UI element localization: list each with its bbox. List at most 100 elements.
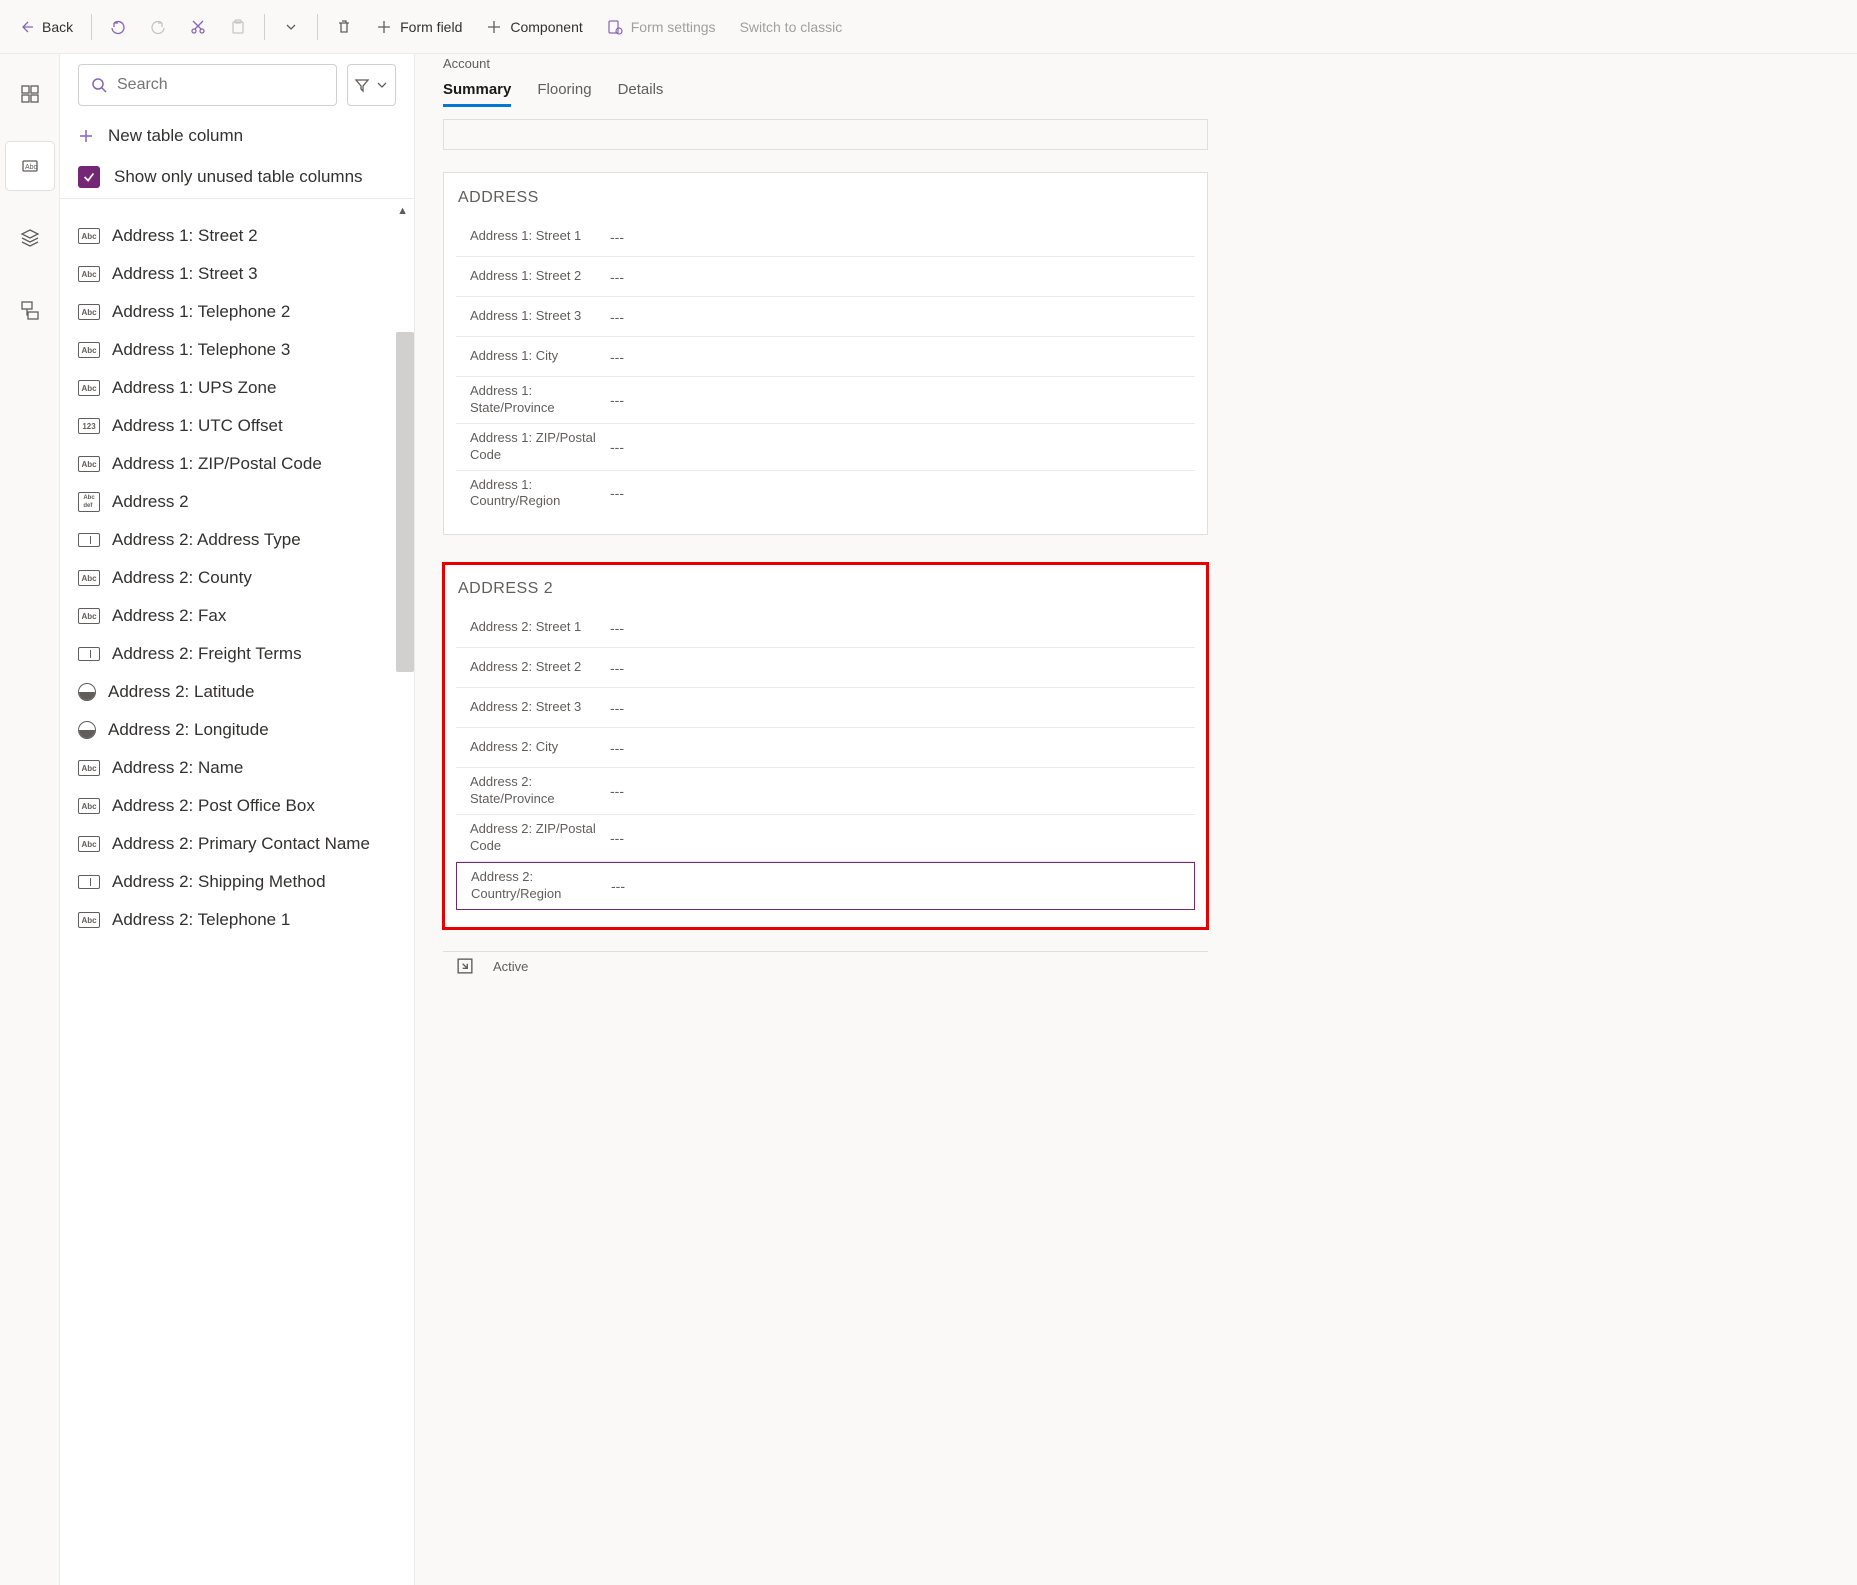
field-value: --- [610, 349, 624, 365]
toolbar-separator [264, 14, 265, 40]
column-item[interactable]: AbcAddress 2: Name [60, 749, 414, 787]
column-item[interactable]: AbcAddress 2: County [60, 559, 414, 597]
scroll-up-arrow[interactable]: ▲ [60, 205, 414, 217]
field-value: --- [610, 229, 624, 245]
plus-icon [486, 19, 502, 35]
tab-flooring[interactable]: Flooring [537, 81, 591, 107]
paste-icon [230, 19, 246, 35]
field-value: --- [610, 309, 624, 325]
show-unused-toggle[interactable]: Show only unused table columns [60, 156, 414, 198]
section-placeholder[interactable] [443, 120, 1208, 150]
form-field-row[interactable]: Address 2: State/Province--- [456, 768, 1195, 815]
form-settings-button[interactable]: Form settings [597, 13, 726, 41]
search-input[interactable] [117, 76, 324, 94]
arrow-left-icon [18, 19, 34, 35]
switch-classic-button[interactable]: Switch to classic [730, 13, 853, 41]
field-label: Address 1: Street 3 [470, 308, 610, 325]
section-title: ADDRESS [444, 185, 1207, 217]
form-section[interactable]: ADDRESSAddress 1: Street 1---Address 1: … [443, 172, 1208, 535]
column-label: Address 2: Post Office Box [112, 796, 315, 816]
column-list[interactable]: ▲ AbcAddress 1: Street 2AbcAddress 1: St… [60, 199, 414, 1585]
filter-button[interactable] [347, 64, 396, 106]
delete-button[interactable] [326, 13, 362, 41]
form-section[interactable]: ADDRESS 2Address 2: Street 1---Address 2… [443, 563, 1208, 928]
column-item[interactable]: Address 2: Longitude [60, 711, 414, 749]
column-item[interactable]: AbcAddress 1: UPS Zone [60, 369, 414, 407]
field-value: --- [610, 269, 624, 285]
type-icon [78, 721, 96, 739]
component-label: Component [510, 19, 582, 35]
column-item[interactable]: AbcAddress 1: Street 2 [60, 217, 414, 255]
form-field-row[interactable]: Address 1: Street 2--- [456, 257, 1195, 297]
tab-summary[interactable]: Summary [443, 81, 511, 107]
expand-icon[interactable] [457, 958, 473, 974]
chevron-button[interactable] [273, 13, 309, 41]
scrollbar-thumb[interactable] [396, 332, 414, 672]
toolbar-separator [91, 14, 92, 40]
toolbar: Back Form field [0, 0, 1857, 54]
back-button[interactable]: Back [8, 13, 83, 41]
cut-button[interactable] [180, 13, 216, 41]
form-field-row[interactable]: Address 1: Country/Region--- [456, 471, 1195, 517]
rail-columns[interactable]: Abc [6, 142, 54, 190]
column-item[interactable]: AbcAddress 2: Primary Contact Name [60, 825, 414, 863]
column-item[interactable]: AbcAddress 2: Fax [60, 597, 414, 635]
rail-layers[interactable] [6, 214, 54, 262]
type-icon [78, 533, 100, 547]
field-value: --- [611, 878, 625, 894]
column-item[interactable]: Address 2: Latitude [60, 673, 414, 711]
form-field-row[interactable]: Address 1: City--- [456, 337, 1195, 377]
field-label: Address 1: Country/Region [470, 477, 610, 511]
checkbox-checked-icon [78, 166, 100, 188]
form-field-row[interactable]: Address 2: Street 2--- [456, 648, 1195, 688]
redo-icon [150, 19, 166, 35]
column-item[interactable]: 123Address 1: UTC Offset [60, 407, 414, 445]
search-box[interactable] [78, 64, 337, 106]
add-form-field-button[interactable]: Form field [366, 13, 472, 41]
rail-tree[interactable] [6, 286, 54, 334]
column-label: Address 2: Longitude [108, 720, 269, 740]
form-canvas[interactable]: Account SummaryFlooringDetails ADDRESSAd… [415, 54, 1857, 1585]
form-field-row[interactable]: Address 2: Street 3--- [456, 688, 1195, 728]
column-item[interactable]: Address 2: Address Type [60, 521, 414, 559]
column-item[interactable]: AbcAddress 2: Post Office Box [60, 787, 414, 825]
form-field-row[interactable]: Address 2: ZIP/Postal Code--- [456, 815, 1195, 862]
redo-button[interactable] [140, 13, 176, 41]
column-item[interactable]: AbcdefAddress 2 [60, 483, 414, 521]
form-field-row[interactable]: Address 1: Street 1--- [456, 217, 1195, 257]
undo-button[interactable] [100, 13, 136, 41]
column-item[interactable]: AbcAddress 1: Telephone 2 [60, 293, 414, 331]
column-label: Address 1: Telephone 2 [112, 302, 290, 322]
column-item[interactable]: Address 2: Shipping Method [60, 863, 414, 901]
form-field-row[interactable]: Address 1: State/Province--- [456, 377, 1195, 424]
form-field-row[interactable]: Address 2: City--- [456, 728, 1195, 768]
column-item[interactable]: Address 2: Freight Terms [60, 635, 414, 673]
form-field-row[interactable]: Address 1: ZIP/Postal Code--- [456, 424, 1195, 471]
type-icon [78, 683, 96, 701]
filter-icon [354, 77, 370, 93]
form-field-row[interactable]: Address 2: Country/Region--- [456, 862, 1195, 910]
field-label: Address 2: Country/Region [471, 869, 611, 903]
add-component-button[interactable]: Component [476, 13, 592, 41]
column-label: Address 2: Shipping Method [112, 872, 326, 892]
column-item[interactable]: AbcAddress 2: Telephone 1 [60, 901, 414, 939]
column-label: Address 1: UPS Zone [112, 378, 276, 398]
tab-details[interactable]: Details [618, 81, 664, 107]
new-column-button[interactable]: New table column [60, 116, 414, 156]
type-icon: Abc [78, 570, 100, 586]
field-value: --- [610, 485, 624, 501]
status-text: Active [493, 959, 528, 974]
back-label: Back [42, 19, 73, 35]
field-label: Address 2: City [470, 739, 610, 756]
type-icon: Abc [78, 228, 100, 244]
rail-components[interactable] [6, 70, 54, 118]
form-field-row[interactable]: Address 1: Street 3--- [456, 297, 1195, 337]
column-item[interactable]: AbcAddress 1: Street 3 [60, 255, 414, 293]
form-field-row[interactable]: Address 2: Street 1--- [456, 608, 1195, 648]
column-label: Address 2 [112, 492, 189, 512]
field-label: Address 1: State/Province [470, 383, 610, 417]
column-item[interactable]: AbcAddress 1: Telephone 3 [60, 331, 414, 369]
paste-button[interactable] [220, 13, 256, 41]
column-item[interactable]: AbcAddress 1: ZIP/Postal Code [60, 445, 414, 483]
form-settings-icon [607, 19, 623, 35]
